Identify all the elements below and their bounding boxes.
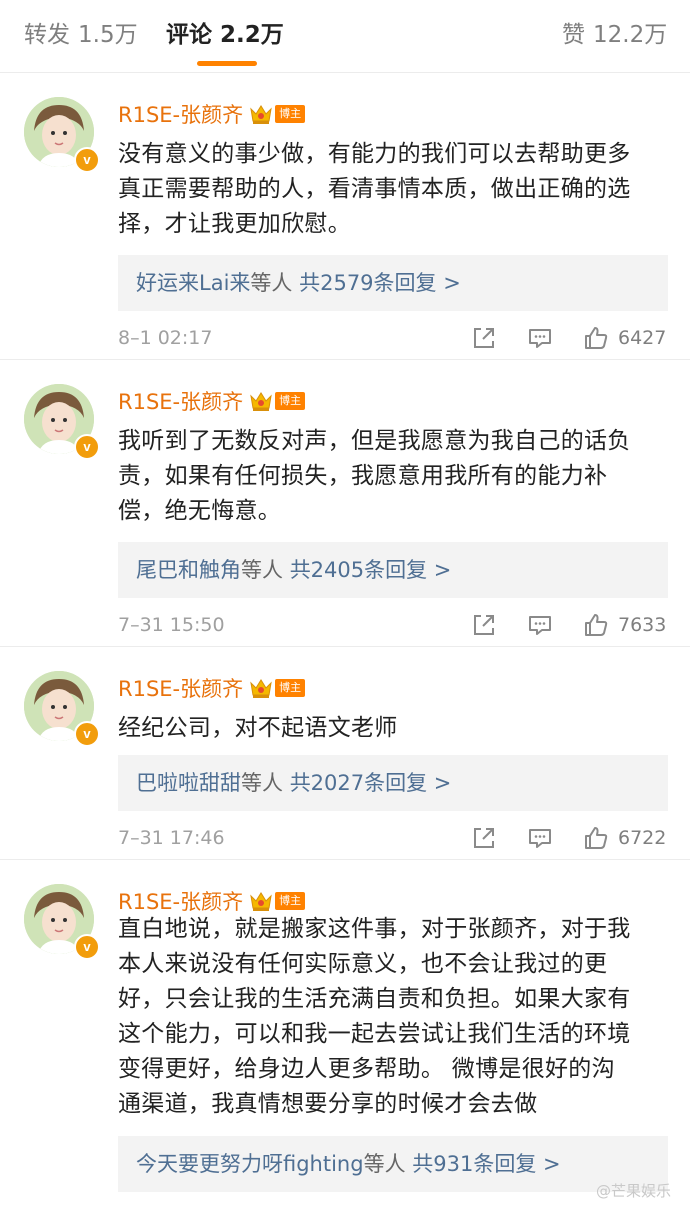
- comment-text-line: 我听到了无数反对声，但是我愿意为我自己的话负: [118, 428, 631, 454]
- blogger-badge: 博主: [275, 105, 306, 123]
- comment-text-line: 偿，绝无悔意。: [118, 498, 282, 524]
- reply-count[interactable]: 共2579条回复 >: [299, 271, 461, 295]
- reply-count[interactable]: 共931条回复 >: [412, 1152, 560, 1176]
- replies-preview-link[interactable]: 巴啦啦甜甜等人 共2027条回复 >: [118, 755, 668, 811]
- comment-author-row: R1SE-张颜齐 博主: [118, 386, 306, 416]
- comment-item: v R1SE-张颜齐 博主 经纪公司，对不起语文老师 巴啦啦甜甜等人 共2027…: [0, 647, 690, 860]
- blogger-badge: 博主: [275, 392, 306, 410]
- tab-comments[interactable]: 评论 2.2万: [166, 18, 284, 52]
- tab-likes-count: 12.2万: [593, 22, 668, 48]
- comment-footer: 7–31 15:50 7633: [118, 610, 668, 640]
- thumbs-up-icon[interactable]: [582, 824, 610, 852]
- avatar[interactable]: v: [24, 97, 100, 173]
- comment-icon[interactable]: [526, 824, 554, 852]
- comment-text-line: 没有意义的事少做，有能力的我们可以去帮助更多: [118, 141, 631, 167]
- comment-author-row: R1SE-张颜齐 博主: [118, 673, 306, 703]
- reply-count[interactable]: 共2027条回复 >: [290, 771, 452, 795]
- comment-footer: 8–1 02:17 6427: [118, 323, 668, 353]
- comment-timestamp: 7–31 17:46: [118, 827, 225, 849]
- tab-comments-count: 2.2万: [220, 22, 284, 48]
- comment-text: 经纪公司，对不起语文老师: [118, 711, 674, 746]
- thumbs-up-icon[interactable]: [582, 611, 610, 639]
- crown-icon: [249, 677, 273, 699]
- comment-text: 直白地说，就是搬家这件事，对于张颜齐，对于我 本人来说没有任何实际意义，也不会让…: [118, 912, 674, 1122]
- share-icon[interactable]: [470, 324, 498, 352]
- tab-repost-count: 1.5万: [78, 22, 138, 48]
- comment-text-line: 直白地说，就是搬家这件事，对于张颜齐，对于我: [118, 916, 631, 942]
- avatar[interactable]: v: [24, 884, 100, 960]
- share-icon[interactable]: [470, 824, 498, 852]
- reply-user[interactable]: 尾巴和触角: [136, 558, 241, 582]
- verified-v-icon: v: [74, 934, 100, 960]
- comment-item: v R1SE-张颜齐 博主 直白地说，就是搬家这件事，对于张颜齐，对于我 本人来…: [0, 860, 690, 1205]
- comment-text-line: 变得更好，给身边人更多帮助。 微博是很好的沟: [118, 1056, 615, 1082]
- crown-icon: [249, 103, 273, 125]
- comment-text-line: 经纪公司，对不起语文老师: [118, 715, 398, 741]
- comment-author-row: R1SE-张颜齐 博主: [118, 99, 306, 129]
- blogger-badge: 博主: [275, 892, 306, 910]
- like-count: 7633: [618, 614, 667, 636]
- comment-text-line: 这个能力，可以和我一起去尝试让我们生活的环境: [118, 1021, 631, 1047]
- comment-timestamp: 7–31 15:50: [118, 614, 225, 636]
- replies-preview-link[interactable]: 好运来Lai来等人 共2579条回复 >: [118, 255, 668, 311]
- tab-likes-label: 赞: [562, 22, 585, 48]
- verified-v-icon: v: [74, 434, 100, 460]
- comment-text: 没有意义的事少做，有能力的我们可以去帮助更多 真正需要帮助的人，看清事情本质，做…: [118, 137, 674, 242]
- avatar[interactable]: v: [24, 671, 100, 747]
- reply-connector: 等人: [250, 271, 293, 295]
- like-count: 6427: [618, 327, 667, 349]
- reply-count[interactable]: 共2405条回复 >: [290, 558, 452, 582]
- watermark: @芒果娱乐: [596, 1182, 672, 1200]
- comment-text-line: 通渠道，我真情想要分享的时候才会去做: [118, 1091, 538, 1117]
- comment-text-line: 本人来说没有任何实际意义，也不会让我过的更: [118, 951, 608, 977]
- tab-repost-label: 转发: [24, 22, 70, 48]
- reply-user[interactable]: 巴啦啦甜甜: [136, 771, 241, 795]
- reply-connector: 等人: [363, 1152, 406, 1176]
- comment-footer: 7–31 17:46 6722: [118, 823, 668, 853]
- replies-preview-link[interactable]: 尾巴和触角等人 共2405条回复 >: [118, 542, 668, 598]
- comment-text: 我听到了无数反对声，但是我愿意为我自己的话负 责，如果有任何损失，我愿意用我所有…: [118, 424, 674, 529]
- comment-text-line: 真正需要帮助的人，看清事情本质，做出正确的选: [118, 176, 631, 202]
- share-icon[interactable]: [470, 611, 498, 639]
- active-tab-indicator: [197, 61, 257, 66]
- tab-comments-label: 评论: [166, 22, 212, 48]
- reply-user[interactable]: 今天要更努力呀fighting: [136, 1152, 364, 1176]
- comment-tabs-bar: 转发 1.5万 评论 2.2万 赞 12.2万: [0, 0, 690, 73]
- comment-text-line: 责，如果有任何损失，我愿意用我所有的能力补: [118, 463, 608, 489]
- tab-repost[interactable]: 转发 1.5万: [24, 18, 138, 52]
- username-link[interactable]: R1SE-张颜齐: [118, 99, 243, 129]
- verified-v-icon: v: [74, 147, 100, 173]
- avatar[interactable]: v: [24, 384, 100, 460]
- comment-icon[interactable]: [526, 324, 554, 352]
- blogger-badge: 博主: [275, 679, 306, 697]
- username-link[interactable]: R1SE-张颜齐: [118, 673, 243, 703]
- reply-user[interactable]: 好运来Lai来: [136, 271, 250, 295]
- tab-likes[interactable]: 赞 12.2万: [562, 18, 667, 52]
- like-count: 6722: [618, 827, 667, 849]
- username-link[interactable]: R1SE-张颜齐: [118, 386, 243, 416]
- comment-timestamp: 8–1 02:17: [118, 327, 213, 349]
- verified-v-icon: v: [74, 721, 100, 747]
- comment-text-line: 好，只会让我的生活充满自责和负担。如果大家有: [118, 986, 631, 1012]
- reply-connector: 等人: [241, 771, 283, 795]
- crown-icon: [249, 390, 273, 412]
- comment-item: v R1SE-张颜齐 博主 我听到了无数反对声，但是我愿意为我自己的话负 责，如…: [0, 360, 690, 647]
- comment-icon[interactable]: [526, 611, 554, 639]
- thumbs-up-icon[interactable]: [582, 324, 610, 352]
- replies-preview-link[interactable]: 今天要更努力呀fighting等人 共931条回复 >: [118, 1136, 668, 1192]
- comment-text-line: 择，才让我更加欣慰。: [118, 211, 351, 237]
- comment-item: v R1SE-张颜齐 博主 没有意义的事少做，有能力的我们可以去帮助更多 真正需…: [0, 73, 690, 360]
- crown-icon: [249, 890, 273, 912]
- reply-connector: 等人: [241, 558, 283, 582]
